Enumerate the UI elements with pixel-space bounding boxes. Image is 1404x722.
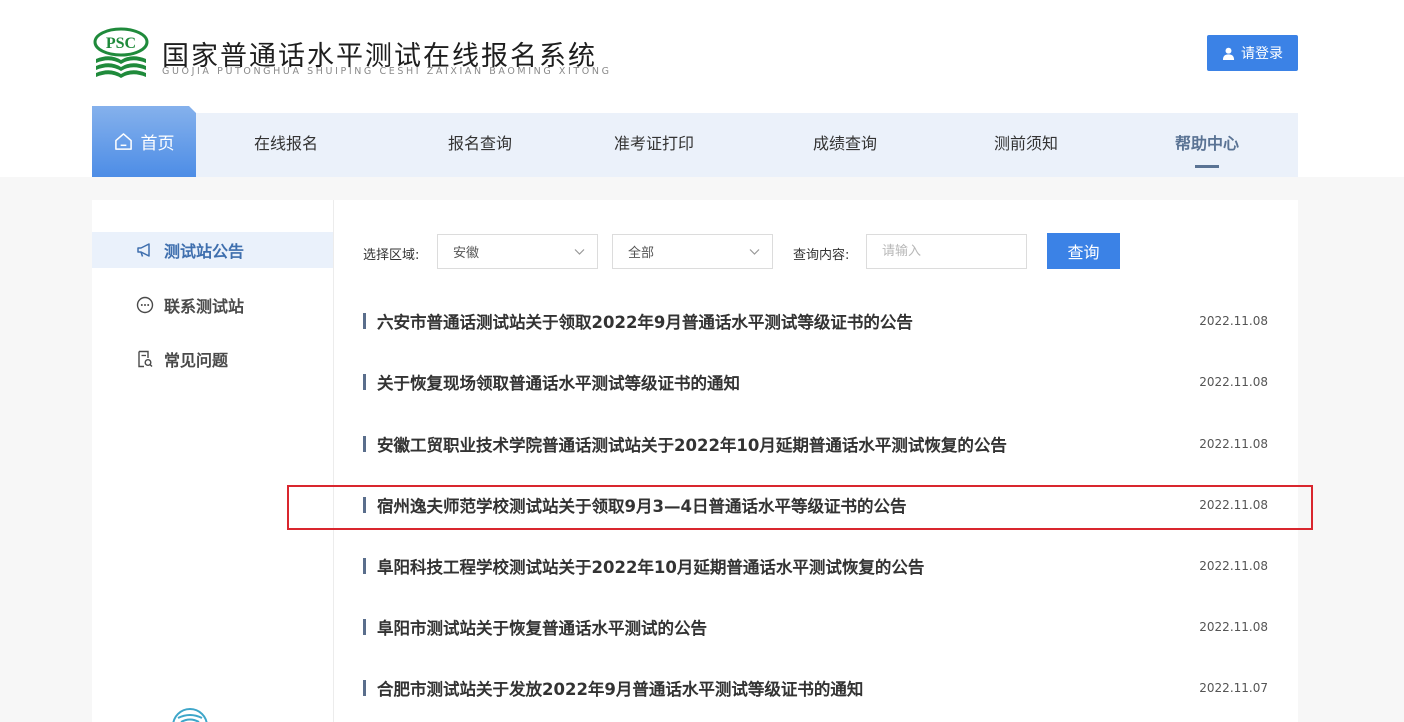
nav-item-help-center[interactable]: 帮助中心 [1145, 113, 1269, 177]
notice-date: 2022.11.08 [1199, 314, 1268, 328]
sidebar-item-label: 常见问题 [164, 351, 229, 370]
notice-marker [363, 558, 366, 574]
main-nav: 首页 在线报名 报名查询 准考证打印 成绩查询 测前须知 帮助中心 [92, 106, 1298, 177]
notice-item[interactable]: 阜阳市测试站关于恢复普通话水平测试的公告 2022.11.08 [363, 607, 1268, 647]
region-select[interactable]: 安徽 [437, 234, 598, 269]
login-label: 请登录 [1241, 46, 1283, 62]
notice-item[interactable]: 合肥市测试站关于发放2022年9月普通话水平测试等级证书的通知 2022.11.… [363, 668, 1268, 708]
nav-item-help-center-label: 帮助中心 [1174, 134, 1239, 153]
content-panel: 测试站公告 联系测试站 常见问题 选择区域: 安徽 全部 查询内容: 请输入 查… [92, 200, 1298, 722]
document-search-icon [138, 350, 153, 368]
emblem-icon [172, 708, 208, 722]
notice-marker [363, 313, 366, 329]
login-button[interactable]: 请登录 [1207, 35, 1298, 71]
notice-item[interactable]: 安徽工贸职业技术学院普通话测试站关于2022年10月延期普通话水平测试恢复的公告… [363, 424, 1268, 464]
home-icon [114, 133, 132, 150]
notice-title: 合肥市测试站关于发放2022年9月普通话水平测试等级证书的通知 [377, 680, 864, 699]
chevron-down-icon [574, 249, 585, 255]
nav-item-test-notice[interactable]: 测前须知 [964, 113, 1088, 177]
notice-title: 阜阳市测试站关于恢复普通话水平测试的公告 [377, 619, 707, 638]
notice-marker [363, 497, 366, 513]
notice-marker [363, 374, 366, 390]
notice-marker [363, 436, 366, 452]
site-logo[interactable]: PSC 国家普通话水平测试在线报名系统 GUOJIA PUTONGHUA SHU… [92, 26, 632, 82]
notice-date: 2022.11.07 [1199, 681, 1268, 695]
nav-item-admission-ticket[interactable]: 准考证打印 [592, 113, 716, 177]
nav-item-registration-query[interactable]: 报名查询 [418, 113, 542, 177]
svg-text:PSC: PSC [106, 35, 136, 52]
notice-date: 2022.11.08 [1199, 437, 1268, 451]
scope-select[interactable]: 全部 [612, 234, 773, 269]
chat-bubble-icon [136, 296, 154, 314]
nav-item-online-registration[interactable]: 在线报名 [224, 113, 348, 177]
notice-date: 2022.11.08 [1199, 559, 1268, 573]
user-icon [1222, 47, 1235, 60]
notice-item[interactable]: 六安市普通话测试站关于领取2022年9月普通话水平测试等级证书的公告 2022.… [363, 301, 1268, 341]
notice-item[interactable]: 宿州逸夫师范学校测试站关于领取9月3—4日普通话水平等级证书的公告 2022.1… [363, 485, 1268, 525]
sidebar: 测试站公告 联系测试站 常见问题 [92, 200, 334, 722]
nav-home[interactable]: 首页 [92, 106, 196, 177]
notice-title: 宿州逸夫师范学校测试站关于领取9月3—4日普通话水平等级证书的公告 [377, 497, 907, 516]
notice-title: 六安市普通话测试站关于领取2022年9月普通话水平测试等级证书的公告 [377, 313, 913, 332]
sidebar-item-label: 联系测试站 [164, 297, 245, 316]
sidebar-item-contact-station[interactable]: 联系测试站 [92, 287, 333, 323]
notice-title: 阜阳科技工程学校测试站关于2022年10月延期普通话水平测试恢复的公告 [377, 558, 925, 577]
chevron-down-icon [749, 249, 760, 255]
megaphone-icon [137, 243, 150, 257]
notice-title: 安徽工贸职业技术学院普通话测试站关于2022年10月延期普通话水平测试恢复的公告 [377, 436, 1007, 455]
sidebar-item-label: 测试站公告 [164, 242, 245, 261]
nav-item-score-query[interactable]: 成绩查询 [783, 113, 907, 177]
region-label: 选择区域: [363, 248, 420, 263]
notice-date: 2022.11.08 [1199, 375, 1268, 389]
scope-select-value: 全部 [628, 246, 655, 261]
query-label: 查询内容: [793, 248, 850, 263]
psc-logo-icon: PSC [93, 27, 149, 78]
notice-item[interactable]: 阜阳科技工程学校测试站关于2022年10月延期普通话水平测试恢复的公告 2022… [363, 546, 1268, 586]
notice-date: 2022.11.08 [1199, 498, 1268, 512]
notice-date: 2022.11.08 [1199, 620, 1268, 634]
notice-marker [363, 619, 366, 635]
site-subtitle: GUOJIA PUTONGHUA SHUIPING CESHI ZAIXIAN … [162, 66, 612, 77]
query-input[interactable] [866, 234, 1027, 269]
region-select-value: 安徽 [453, 246, 480, 261]
sidebar-item-faq[interactable]: 常见问题 [92, 341, 333, 377]
notice-marker [363, 680, 366, 696]
notice-title: 关于恢复现场领取普通话水平测试等级证书的通知 [377, 374, 740, 393]
notice-item[interactable]: 关于恢复现场领取普通话水平测试等级证书的通知 2022.11.08 [363, 362, 1268, 402]
nav-active-indicator [1195, 165, 1219, 168]
search-button[interactable]: 查询 [1047, 233, 1120, 269]
sidebar-item-test-station-notices[interactable]: 测试站公告 [92, 232, 333, 268]
nav-home-label: 首页 [140, 134, 175, 154]
